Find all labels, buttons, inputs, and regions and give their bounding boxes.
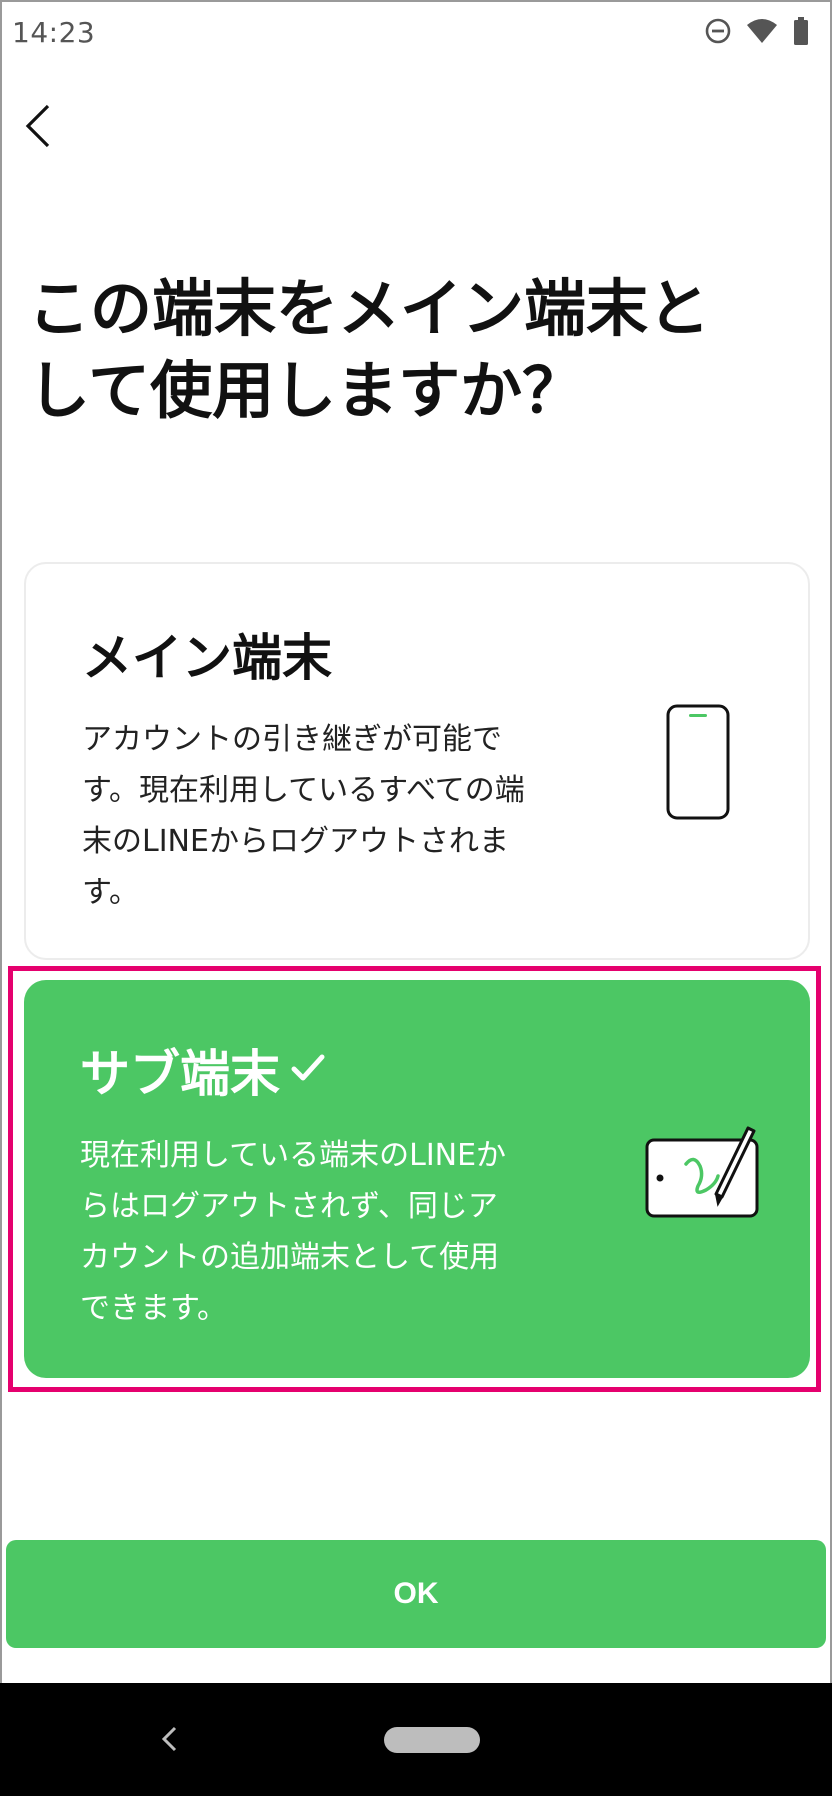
tablet-pen-icon xyxy=(644,1124,760,1224)
option-description-line: カウントの追加端末として使用 xyxy=(80,1240,500,1275)
system-navigation-bar xyxy=(0,1683,832,1796)
page-title: この端末をメイン端末と して使用しますか？ xyxy=(28,268,808,432)
option-description-line: できます。 xyxy=(80,1291,227,1326)
option-description: 現在利用している端末のLINEか らはログアウトされず、同じア カウントの追加端… xyxy=(80,1130,600,1334)
ok-button[interactable]: OK xyxy=(6,1540,826,1648)
option-description-line: らはログアウトされず、同じア xyxy=(80,1189,498,1224)
option-card-sub-device[interactable]: サブ端末 現在利用している端末のLINEか らはログアウトされず、同じア カウン… xyxy=(24,980,810,1378)
checkmark-icon xyxy=(288,1041,328,1099)
status-bar: 14:23 xyxy=(0,0,832,72)
option-description-line: す。現在利用しているすべての端 xyxy=(82,773,525,808)
option-title: メイン端末 xyxy=(82,618,332,690)
status-icons xyxy=(704,16,810,46)
status-time: 14:23 xyxy=(12,16,96,49)
option-description-line: 末のLINEからログアウトされま xyxy=(82,824,509,859)
wifi-icon xyxy=(746,17,778,45)
option-card-main-device[interactable]: メイン端末 アカウントの引き継ぎが可能で す。現在利用しているすべての端 末のL… xyxy=(24,562,810,960)
back-button[interactable] xyxy=(10,100,66,156)
page-title-line1: この端末をメイン端末と xyxy=(28,272,711,345)
page-title-line2: して使用しますか？ xyxy=(28,354,585,427)
nav-back-icon[interactable] xyxy=(150,1719,190,1759)
nav-home-pill[interactable] xyxy=(384,1727,480,1753)
option-description-line: アカウントの引き継ぎが可能で xyxy=(82,722,502,757)
option-description-line: 現在利用している端末のLINEか xyxy=(80,1138,507,1173)
do-not-disturb-icon xyxy=(704,17,732,45)
chevron-left-icon xyxy=(22,102,54,154)
option-description: アカウントの引き継ぎが可能で す。現在利用しているすべての端 末のLINEからロ… xyxy=(82,714,602,918)
option-description-line: す。 xyxy=(82,875,139,910)
battery-icon xyxy=(792,16,810,46)
option-title-text: メイン端末 xyxy=(82,629,332,687)
option-title: サブ端末 xyxy=(80,1034,328,1106)
smartphone-icon xyxy=(666,704,730,824)
option-title-text: サブ端末 xyxy=(80,1045,280,1103)
